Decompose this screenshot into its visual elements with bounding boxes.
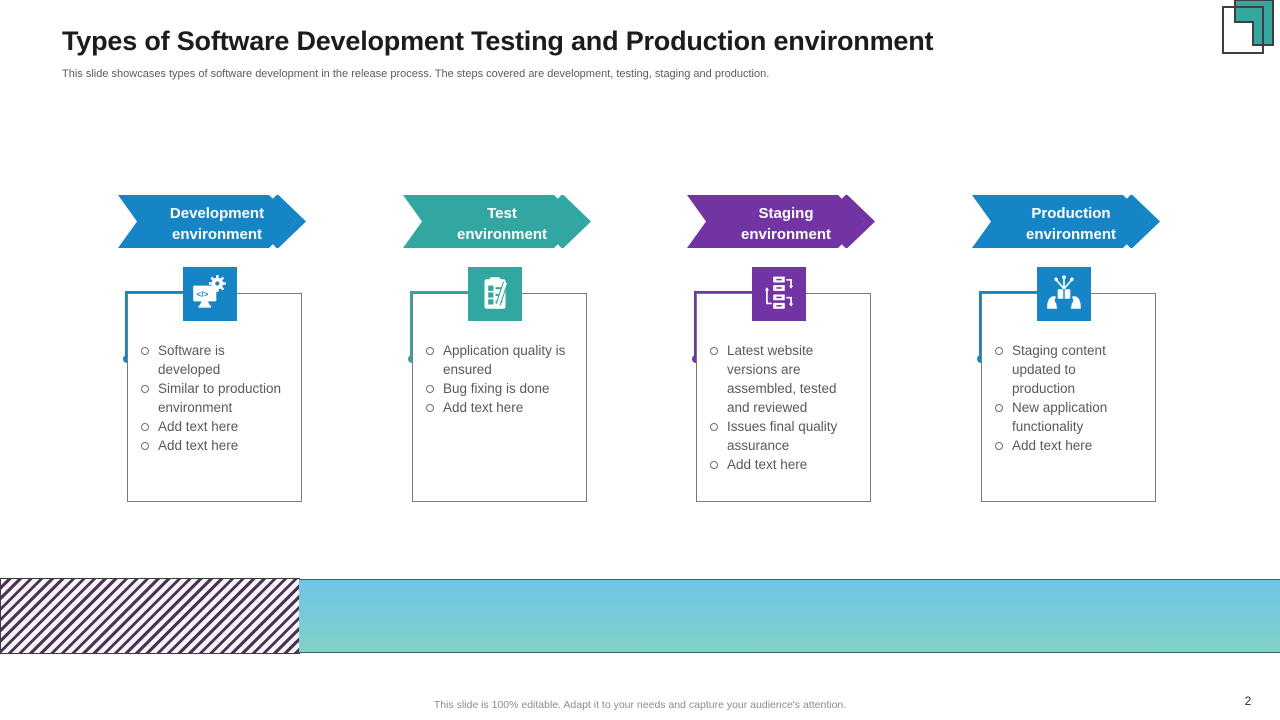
- list-item: Add text here: [993, 436, 1152, 455]
- banner-title: Test environment: [417, 202, 587, 246]
- column-development: Development environment </> Software is …: [118, 195, 318, 515]
- bullet-circle-icon: [426, 404, 434, 412]
- list-item: Latest website versions are assembled, t…: [708, 341, 867, 417]
- list-item: Issues final quality assurance: [708, 417, 867, 455]
- banner-title: Staging environment: [701, 202, 871, 246]
- slide-subtitle: This slide showcases types of software d…: [62, 68, 1062, 80]
- bullet-circle-icon: [995, 347, 1003, 355]
- bullet-circle-icon: [995, 442, 1003, 450]
- gradient-stripe-decor: [299, 579, 1280, 653]
- list-item: Bug fixing is done: [424, 379, 583, 398]
- column-production: Production environment Staging content u…: [972, 195, 1172, 515]
- footer-note: This slide is 100% editable. Adapt it to…: [0, 699, 1280, 711]
- list-item: New application functionality: [993, 398, 1152, 436]
- staging-flow-icon: [752, 267, 806, 321]
- column-test: Test environment Application quality is …: [403, 195, 603, 515]
- svg-text:</>: </>: [196, 289, 208, 299]
- list-item: Add text here: [139, 417, 298, 436]
- bullet-circle-icon: [710, 347, 718, 355]
- bullet-circle-icon: [995, 404, 1003, 412]
- bullet-circle-icon: [710, 461, 718, 469]
- bullet-circle-icon: [141, 442, 149, 450]
- banner-title: Production environment: [986, 202, 1156, 246]
- bullet-circle-icon: [710, 423, 718, 431]
- bullet-circle-icon: [141, 423, 149, 431]
- bullet-circle-icon: [141, 385, 149, 393]
- list-item: Add text here: [139, 436, 298, 455]
- column-staging: Staging environment: [687, 195, 887, 515]
- test-checklist-icon: [468, 267, 522, 321]
- page-title: Types of Software Development Testing an…: [62, 26, 1182, 57]
- list-item: Software is developed: [139, 341, 298, 379]
- list-item: Staging content updated to production: [993, 341, 1152, 398]
- list-item: Add text here: [708, 455, 867, 474]
- list-item: Add text here: [424, 398, 583, 417]
- brand-logo-icon: [1218, 0, 1280, 62]
- list-item: Application quality is ensured: [424, 341, 583, 379]
- bullet-circle-icon: [426, 347, 434, 355]
- bullet-circle-icon: [426, 385, 434, 393]
- code-monitor-icon: </>: [183, 267, 237, 321]
- banner-title: Development environment: [132, 202, 302, 246]
- list-item: Similar to production environment: [139, 379, 298, 417]
- bullet-circle-icon: [141, 347, 149, 355]
- page-number: 2: [1236, 694, 1260, 708]
- hatched-stripe-decor: [0, 578, 300, 654]
- production-hands-icon: [1037, 267, 1091, 321]
